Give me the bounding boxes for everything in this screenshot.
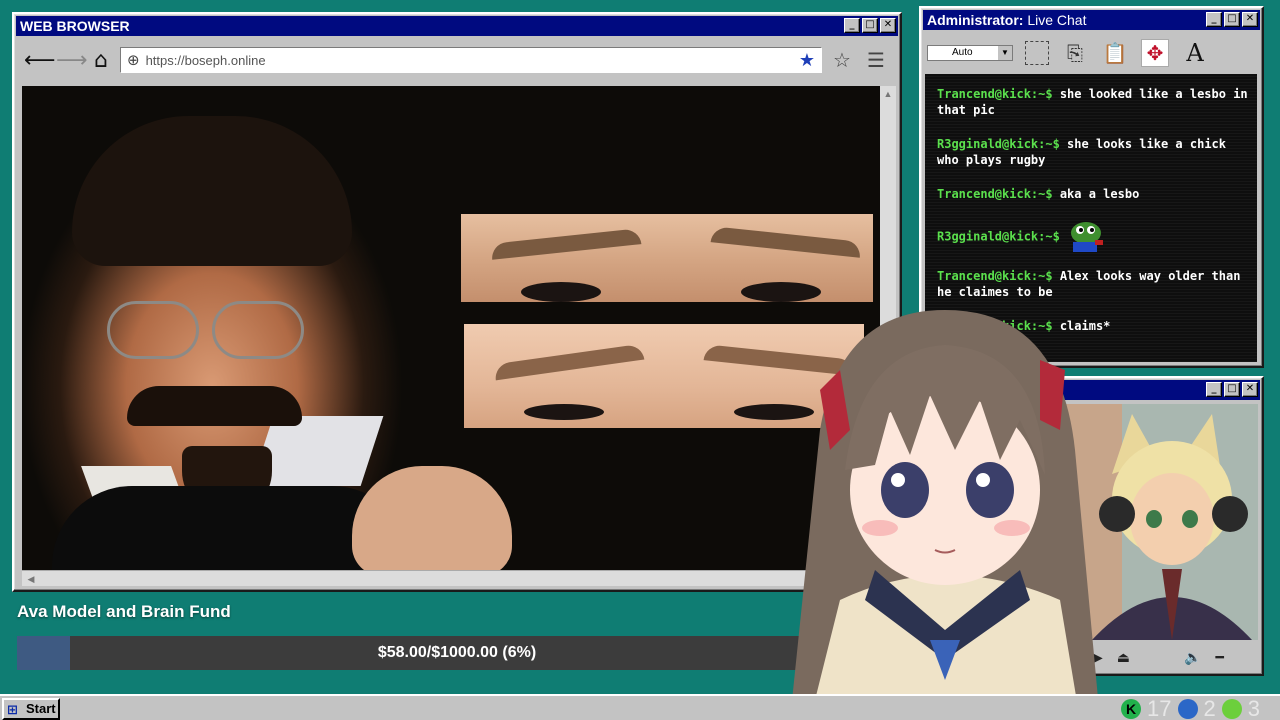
chat-message: Trancend@kick:~$ she looked like a lesbo… bbox=[937, 86, 1249, 118]
moon-icon[interactable] bbox=[1177, 699, 1198, 719]
browser-window: WEB BROWSER _ □ ✕ ⟵ ⟶ ⌂ ⊕ https://boseph… bbox=[12, 12, 902, 592]
streamer-webcam bbox=[22, 86, 512, 570]
chat-username: Trancend@kick:~$ bbox=[937, 187, 1053, 201]
system-tray: K 17 2 3 bbox=[1121, 696, 1260, 720]
select-icon[interactable] bbox=[1025, 41, 1049, 65]
volume-icon[interactable]: 🔈 bbox=[1184, 650, 1201, 666]
fund-progress-bar: $58.00/$1000.00 (6%) bbox=[17, 636, 897, 670]
horizontal-scrollbar[interactable]: ◀ bbox=[22, 570, 880, 586]
chat-titlebar[interactable]: Administrator: Live Chat _ □ ✕ bbox=[923, 10, 1260, 30]
chat-title-admin: Administrator: bbox=[927, 12, 1024, 28]
browser-title: WEB BROWSER bbox=[20, 18, 130, 34]
kick-count: 17 bbox=[1147, 696, 1172, 720]
fund-title: Ava Model and Brain Fund bbox=[17, 602, 231, 621]
chat-username: Trancend@kick:~$ bbox=[937, 87, 1053, 101]
vtuber-avatar bbox=[790, 310, 1100, 720]
chat-title-label: Live Chat bbox=[1023, 12, 1087, 28]
eject-icon[interactable]: ⏏ bbox=[1117, 650, 1130, 666]
chat-message: Trancend@kick:~$ Alex looks way older th… bbox=[937, 268, 1249, 300]
maximize-button[interactable]: □ bbox=[1224, 12, 1240, 27]
taskbar: ⊞ Start K 17 2 3 bbox=[0, 694, 1280, 720]
font-icon[interactable]: A bbox=[1181, 39, 1209, 67]
address-bar[interactable]: ⊕ https://boseph.online ★ bbox=[120, 47, 822, 73]
kick-icon[interactable]: K bbox=[1121, 699, 1142, 719]
browser-toolbar: ⟵ ⟶ ⌂ ⊕ https://boseph.online ★ ☆ ☰ bbox=[18, 40, 896, 80]
minimize-button[interactable]: _ bbox=[844, 18, 860, 33]
back-arrow-icon[interactable]: ⟵ bbox=[24, 48, 56, 73]
chat-username: R3gginald@kick:~$ bbox=[937, 229, 1060, 244]
minimize-button[interactable]: _ bbox=[1206, 12, 1222, 27]
browser-titlebar[interactable]: WEB BROWSER _ □ ✕ bbox=[16, 16, 898, 36]
chat-message: R3gginald@kick:~$ bbox=[937, 220, 1249, 254]
chat-text: aka a lesbo bbox=[1052, 187, 1140, 201]
maximize-button[interactable]: □ bbox=[1224, 382, 1240, 397]
forward-arrow-icon[interactable]: ⟶ bbox=[56, 48, 88, 73]
chat-username: R3gginald@kick:~$ bbox=[937, 137, 1060, 151]
eyes-closeup-top bbox=[461, 214, 873, 302]
pepe-emote-icon bbox=[1071, 222, 1104, 252]
move-icon[interactable]: ✥ bbox=[1141, 39, 1169, 67]
maximize-button[interactable]: □ bbox=[862, 18, 878, 33]
moon-count: 2 bbox=[1203, 696, 1216, 720]
paste-icon[interactable]: 📋 bbox=[1101, 39, 1129, 67]
favorites-star-icon[interactable]: ☆ bbox=[828, 48, 856, 72]
zoom-select-value: Auto bbox=[952, 47, 973, 58]
windows-logo-icon: ⊞ bbox=[7, 703, 18, 718]
play-count: 3 bbox=[1247, 696, 1260, 720]
home-icon[interactable]: ⌂ bbox=[88, 48, 114, 73]
fund-progress-text: $58.00/$1000.00 (6%) bbox=[377, 644, 537, 661]
close-button[interactable]: ✕ bbox=[1242, 382, 1258, 397]
chevron-down-icon[interactable]: ▼ bbox=[998, 46, 1012, 60]
chat-message: Trancend@kick:~$ aka a lesbo bbox=[937, 186, 1249, 202]
chat-message: R3gginald@kick:~$ she looks like a chick… bbox=[937, 136, 1249, 168]
start-button[interactable]: ⊞ Start bbox=[2, 698, 60, 720]
bookmark-star-icon[interactable]: ★ bbox=[799, 50, 815, 71]
volume-slider[interactable]: ━ bbox=[1215, 650, 1223, 666]
start-label: Start bbox=[26, 701, 56, 716]
close-button[interactable]: ✕ bbox=[1242, 12, 1258, 27]
web-content bbox=[22, 86, 880, 570]
minimize-button[interactable]: _ bbox=[1206, 382, 1222, 397]
chat-toolbar: Auto ▼ ⎘ 📋 ✥ A bbox=[925, 34, 1258, 72]
play-circle-icon[interactable] bbox=[1221, 699, 1242, 719]
chat-username: Trancend@kick:~$ bbox=[937, 269, 1053, 283]
url-text[interactable]: https://boseph.online bbox=[146, 53, 793, 68]
globe-icon: ⊕ bbox=[127, 51, 140, 69]
menu-icon[interactable]: ☰ bbox=[862, 48, 890, 72]
close-button[interactable]: ✕ bbox=[880, 18, 896, 33]
zoom-select[interactable]: Auto ▼ bbox=[927, 45, 1013, 61]
copy-icon[interactable]: ⎘ bbox=[1061, 39, 1089, 67]
